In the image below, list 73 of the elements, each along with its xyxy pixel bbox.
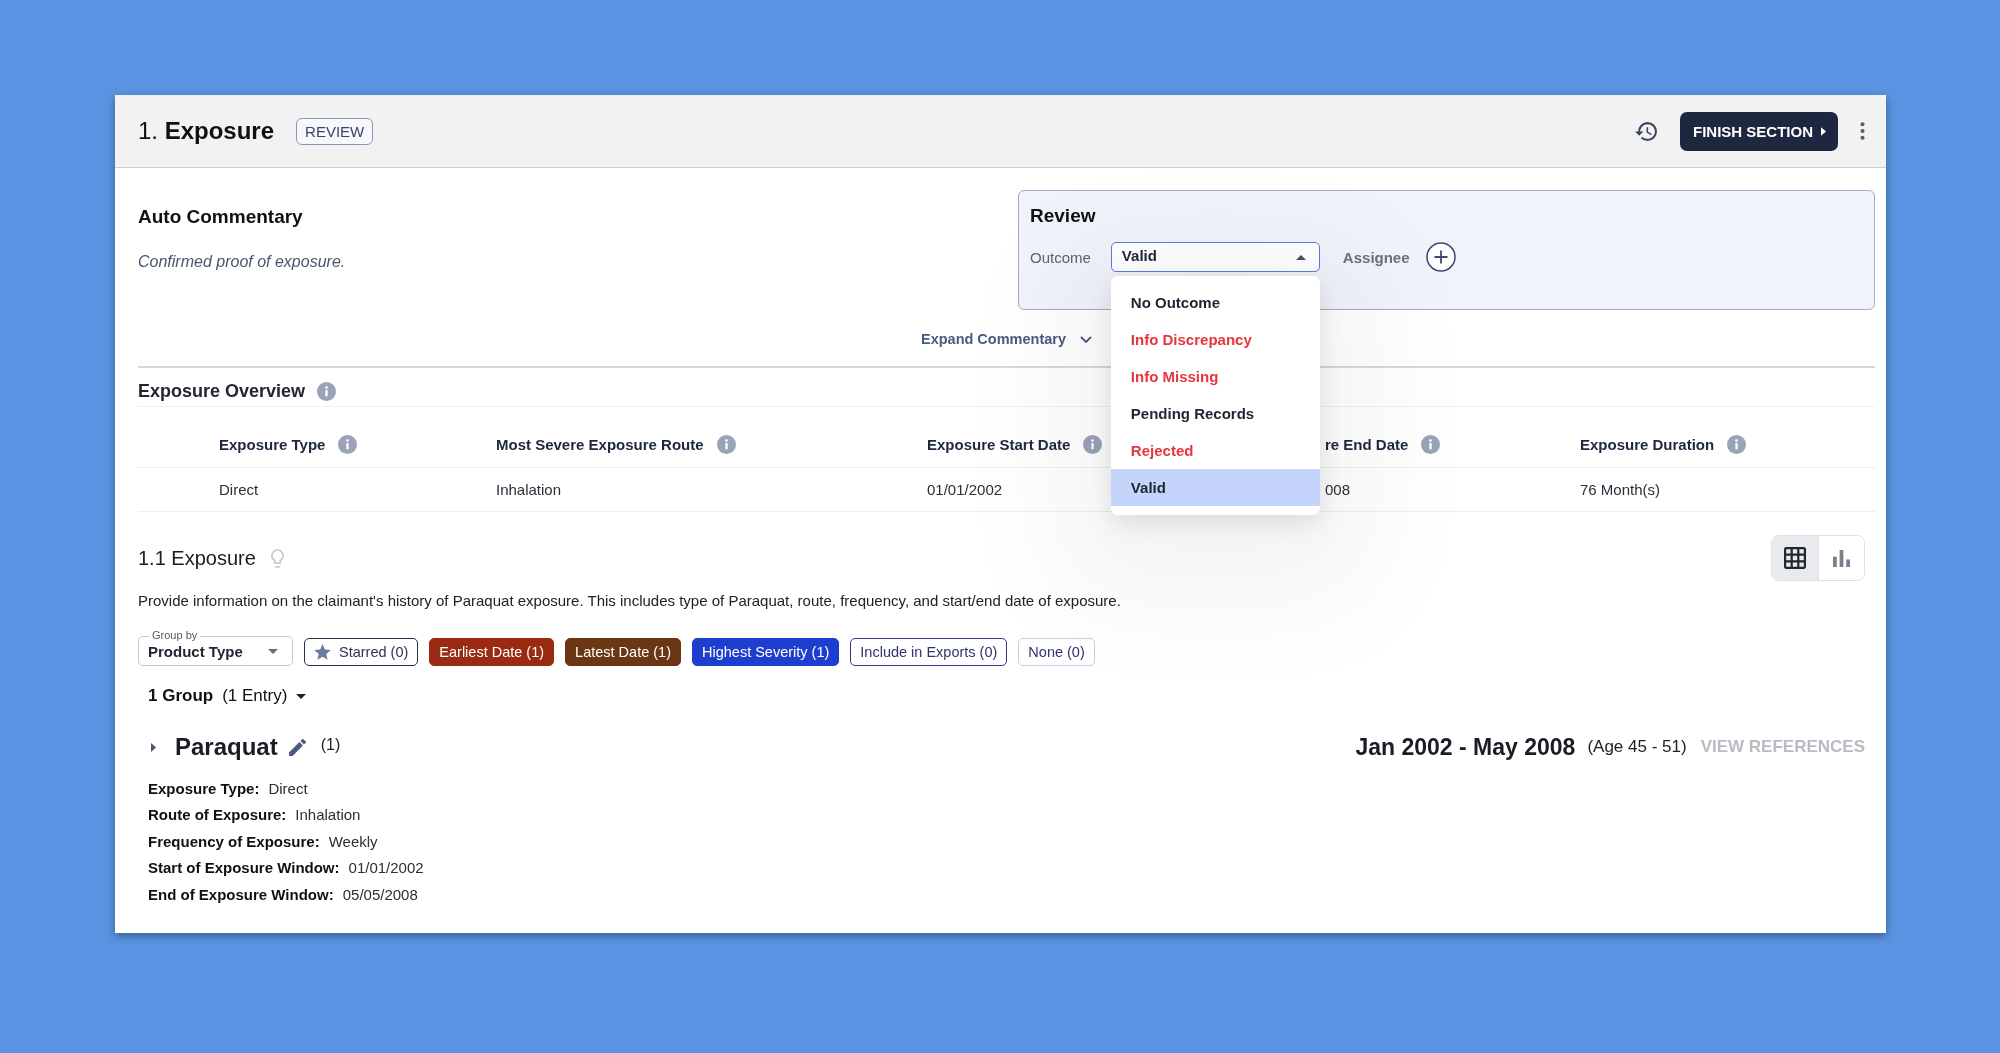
field-label: Frequency of Exposure:	[148, 832, 320, 850]
auto-commentary-heading: Auto Commentary	[138, 205, 304, 229]
outcome-label: Outcome	[1030, 248, 1091, 266]
field-value: Weekly	[328, 832, 378, 850]
field-label: End of Exposure Window:	[148, 885, 334, 903]
filter-chip[interactable]: Highest Severity (1)	[692, 638, 840, 666]
column-header: Most Severe Exposure Route	[496, 436, 704, 453]
field-value: Direct	[268, 779, 308, 797]
filter-chip[interactable]: Earliest Date (1)	[429, 638, 555, 666]
chart-view-button[interactable]	[1818, 536, 1864, 580]
outcome-select[interactable]: Valid	[1110, 242, 1320, 272]
grid-icon	[1784, 547, 1806, 569]
column-header: re End Date	[1325, 436, 1409, 453]
subsection-heading: 1.1 Exposure	[138, 546, 256, 570]
field-label: Start of Exposure Window:	[148, 859, 340, 877]
caret-right-icon	[1821, 126, 1826, 136]
caret-down-icon	[268, 648, 278, 654]
overview-heading: Exposure Overview	[138, 380, 306, 402]
info-icon	[1727, 435, 1747, 454]
commentary-text: Confirmed proof of exposure.	[138, 252, 347, 272]
review-heading: Review	[1030, 204, 1097, 228]
history-icon[interactable]	[1635, 121, 1657, 141]
chevron-down-icon	[1080, 335, 1092, 343]
group-by-label: Group by	[149, 629, 201, 641]
status-badge: REVIEW	[296, 117, 374, 145]
finish-section-button[interactable]: FINISH SECTION	[1680, 111, 1838, 151]
table-view-button[interactable]	[1772, 536, 1818, 580]
dropdown-option[interactable]: Info Discrepancy	[1110, 321, 1320, 358]
filter-chip[interactable]: Latest Date (1)	[565, 638, 681, 666]
column-header: Exposure Duration	[1580, 436, 1715, 453]
field-value: 01/01/2002	[348, 859, 424, 877]
more-options-icon[interactable]	[1860, 122, 1865, 140]
section-description: Provide information on the claimant's history of Paraquat exposure. This includes type of Paraquat, route, frequency, and start/end date of exposure.	[138, 591, 1122, 611]
info-icon	[338, 435, 358, 454]
caret-up-icon	[1295, 254, 1306, 260]
table-cell: 008	[1325, 481, 1351, 498]
table-cell: Direct	[219, 481, 259, 498]
field-label: Exposure Type:	[148, 779, 260, 797]
info-icon	[1083, 435, 1103, 454]
caret-right-icon[interactable]	[151, 742, 156, 752]
caret-down-icon	[296, 693, 307, 699]
assignee-label: Assignee	[1342, 248, 1410, 266]
filter-chip[interactable]: Include in Exports (0)	[850, 638, 1008, 666]
group-by-select[interactable]: Group by Product Type	[138, 628, 293, 666]
dropdown-option[interactable]: No Outcome	[1110, 284, 1320, 321]
pencil-icon[interactable]	[288, 738, 306, 756]
info-icon	[317, 381, 337, 401]
column-header: Exposure Type	[219, 436, 326, 453]
group-name: Paraquat	[175, 733, 278, 761]
date-range: Jan 2002 - May 2008	[1355, 733, 1576, 761]
dropdown-option[interactable]: Info Missing	[1110, 358, 1320, 395]
column-header: Exposure Start Date	[927, 436, 1071, 453]
filter-chip[interactable]: Starred (0)	[304, 638, 419, 666]
section-title: 1. Exposure	[138, 117, 275, 145]
dropdown-option[interactable]: Pending Records	[1110, 395, 1320, 432]
table-cell: 76 Month(s)	[1580, 481, 1661, 498]
field-value: 05/05/2008	[342, 885, 418, 903]
info-icon	[1421, 435, 1441, 454]
bar-chart-icon	[1833, 549, 1850, 567]
table-cell: Inhalation	[496, 481, 562, 498]
dropdown-option[interactable]: Valid	[1110, 469, 1320, 506]
dropdown-option[interactable]: Rejected	[1110, 432, 1320, 469]
group-count-dropdown[interactable]: 1 Group (1 Entry)	[148, 684, 307, 708]
add-assignee-icon[interactable]	[1425, 242, 1456, 272]
info-icon	[716, 435, 736, 454]
field-value: Inhalation	[295, 806, 361, 824]
filter-chip[interactable]: None (0)	[1018, 638, 1095, 666]
entry-count: (1)	[320, 736, 341, 754]
star-icon	[314, 644, 331, 660]
field-label: Route of Exposure:	[148, 806, 287, 824]
table-cell: 01/01/2002	[927, 481, 1003, 498]
expand-commentary-link[interactable]: Expand Commentary	[920, 331, 1092, 347]
age-range: (Age 45 - 51)	[1587, 737, 1687, 757]
